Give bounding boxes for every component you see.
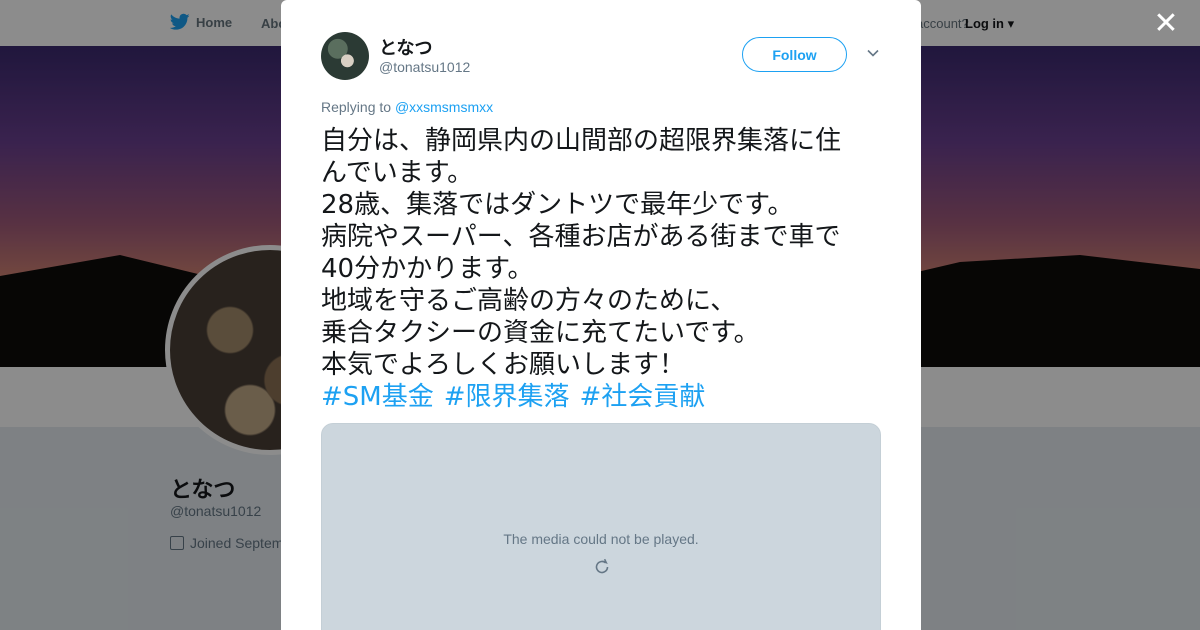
tweet-line: 28歳、集落ではダントツで最年少です。 bbox=[321, 190, 794, 220]
tweet-modal: となつ @tonatsu1012 Follow Replying to @xxs… bbox=[281, 0, 921, 630]
retry-icon[interactable] bbox=[592, 557, 612, 577]
author-name[interactable]: となつ bbox=[379, 34, 432, 60]
hashtag-link[interactable]: #社会貢献 bbox=[580, 382, 706, 412]
hashtag-link[interactable]: #SM基金 bbox=[321, 382, 434, 412]
tweet-line: 乗合タクシーの資金に充てたいです。 bbox=[321, 318, 760, 348]
media-player[interactable]: The media could not be played. bbox=[321, 423, 881, 630]
tweet-line: 地域を守るご高齢の方々のために、 bbox=[321, 286, 737, 316]
follow-button[interactable]: Follow bbox=[742, 37, 847, 72]
close-icon[interactable]: ✕ bbox=[1152, 9, 1180, 39]
author-avatar[interactable] bbox=[321, 32, 369, 80]
tweet-line: 40分かかります。 bbox=[321, 254, 534, 284]
replying-to: Replying to @xxsmsmsmxx bbox=[321, 99, 493, 115]
tweet-line: 病院やスーパー、各種お店がある街まで車で bbox=[321, 222, 841, 252]
tweet-line: 本気でよろしくお願いします！ bbox=[321, 350, 686, 380]
tweet-text: 自分は、静岡県内の山間部の超限界集落に住 んでいます。 28歳、集落ではダントツ… bbox=[321, 125, 886, 413]
author-handle[interactable]: @tonatsu1012 bbox=[379, 59, 470, 75]
chevron-down-icon[interactable] bbox=[866, 46, 880, 60]
reply-mention-link[interactable]: @xxsmsmsmxx bbox=[395, 99, 493, 115]
replying-prefix: Replying to bbox=[321, 99, 392, 115]
media-error-message: The media could not be played. bbox=[503, 531, 699, 547]
tweet-line: 自分は、静岡県内の山間部の超限界集落に住 bbox=[321, 126, 842, 156]
hashtag-row: #SM基金 #限界集落 #社会貢献 bbox=[321, 381, 886, 413]
hashtag-link[interactable]: #限界集落 bbox=[444, 382, 570, 412]
tweet-line: んでいます。 bbox=[321, 158, 474, 188]
